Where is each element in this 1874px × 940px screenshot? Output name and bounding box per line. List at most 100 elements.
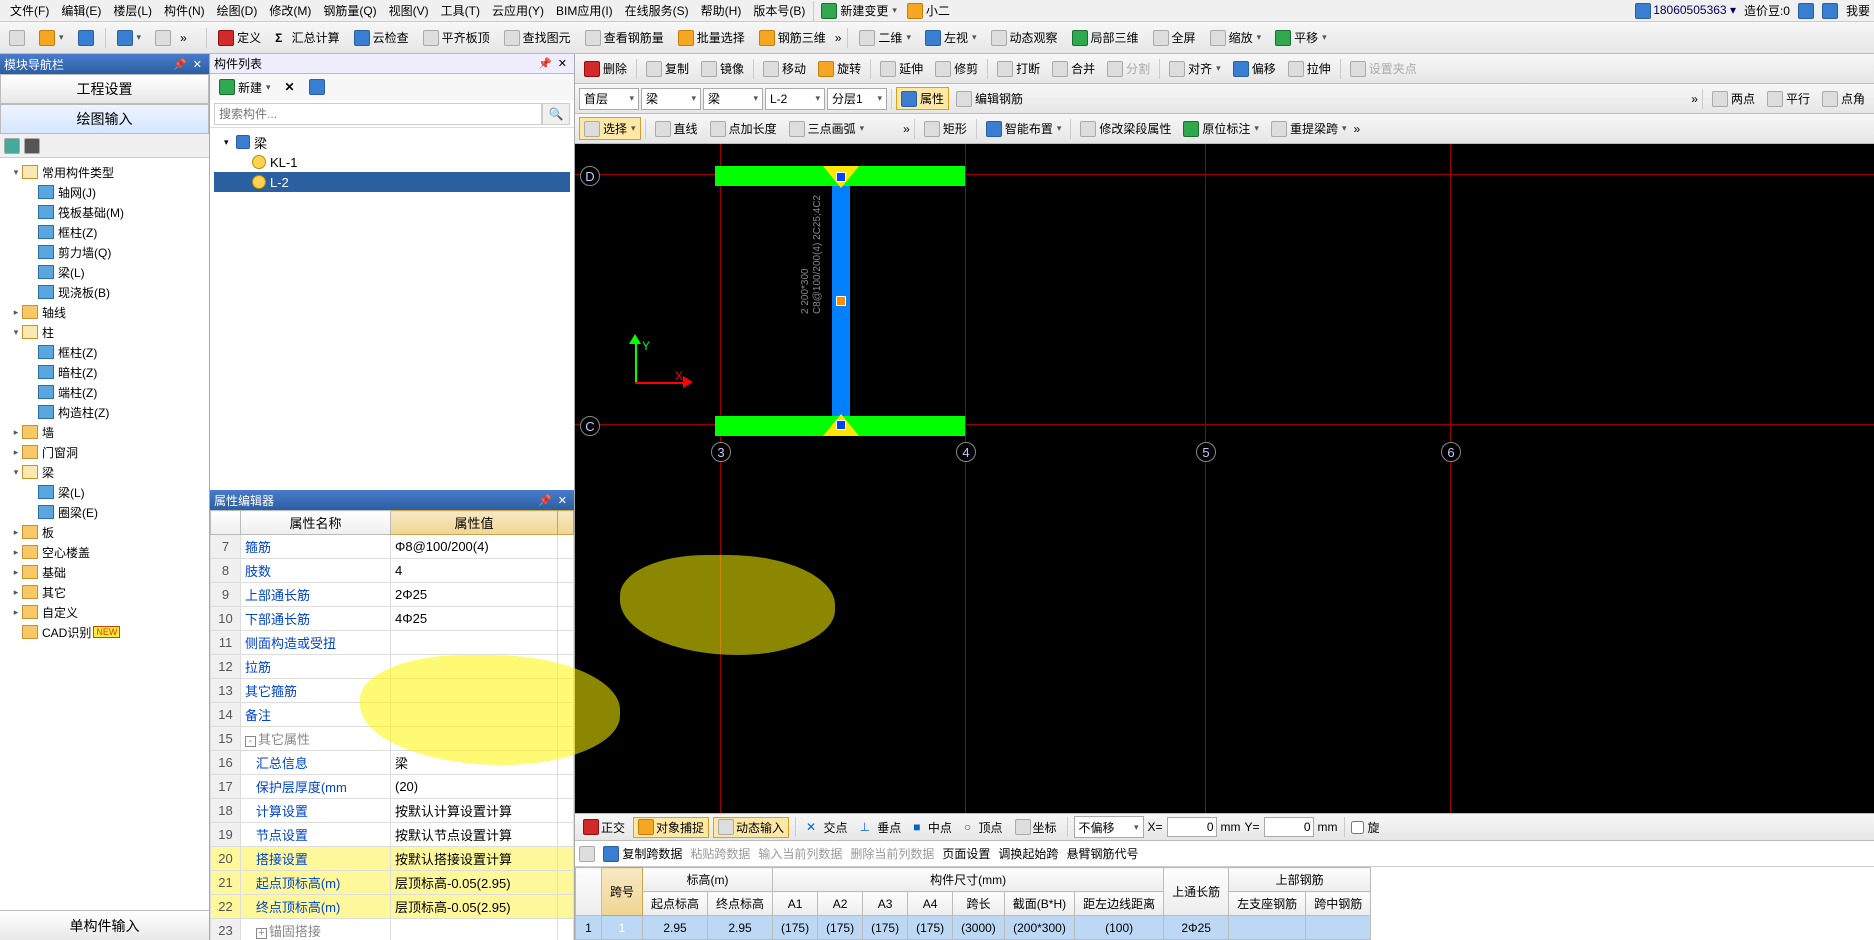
menu-view[interactable]: 视图(V) [383, 0, 435, 21]
stretch-button[interactable]: 拉伸 [1283, 57, 1336, 80]
prop-row[interactable]: 13其它箍筋 [211, 679, 574, 703]
save-button[interactable] [73, 27, 99, 49]
cell-start-elev[interactable]: 2.95 [643, 916, 708, 940]
modspan-button[interactable]: 修改梁段属性 [1075, 117, 1176, 140]
plxz-button[interactable]: 批量选择 [673, 26, 750, 49]
offset-mode-combo[interactable]: 不偏移 [1074, 816, 1144, 838]
merge-button[interactable]: 合并 [1047, 57, 1100, 80]
open-button[interactable]: ▾ [34, 27, 69, 49]
mirror-button[interactable]: 镜像 [696, 57, 749, 80]
select-button[interactable]: 选择▾ [579, 117, 641, 140]
prop-row[interactable]: 23 +锚固搭接 [211, 919, 574, 940]
prop-button[interactable]: 属性 [896, 87, 949, 110]
local3d-button[interactable]: 局部三维 [1067, 26, 1144, 49]
move-button[interactable]: 移动 [758, 57, 811, 80]
arc3-button[interactable]: 三点画弧▾ [784, 117, 870, 140]
ortho-toggle[interactable]: 正交 [579, 818, 629, 837]
twopoint-button[interactable]: 两点 [1707, 87, 1760, 110]
break-button[interactable]: 打断 [992, 57, 1045, 80]
copy-span-button[interactable]: 复制跨数据 [603, 845, 682, 863]
menu-version[interactable]: 版本号(B) [747, 0, 811, 21]
y-input[interactable] [1264, 817, 1314, 837]
trim-button[interactable]: 修剪 [930, 57, 983, 80]
minus-small-icon[interactable] [24, 138, 40, 154]
tree-node[interactable]: ▾常用构件类型 [4, 162, 205, 182]
menu-bim[interactable]: BIM应用(I) [550, 0, 619, 21]
smartlay-button[interactable]: 智能布置▾ [981, 117, 1067, 140]
swap-start-button[interactable]: 调换起始跨 [998, 845, 1058, 862]
tree-node[interactable]: ▾梁 [4, 462, 205, 482]
prop-row[interactable]: 17 保护层厚度(mm(20) [211, 775, 574, 799]
cat1-combo[interactable]: 梁 [641, 88, 701, 110]
redo-button[interactable] [150, 27, 176, 49]
tree-node[interactable]: ▸墙 [4, 422, 205, 442]
prop-row[interactable]: 21 起点顶标高(m)层顶标高-0.05(2.95) [211, 871, 574, 895]
menu-file[interactable]: 文件(F) [4, 0, 55, 21]
paste-span-button[interactable]: 粘贴跨数据 [690, 845, 750, 862]
tree-node[interactable]: 轴网(J) [4, 182, 205, 202]
new-comp-button[interactable]: 新建▾ [214, 76, 276, 99]
search-button[interactable]: 🔍 [542, 103, 570, 125]
tree-node[interactable]: 筏板基础(M) [4, 202, 205, 222]
pointangle-button[interactable]: 点角 [1817, 87, 1870, 110]
page-setup-button[interactable]: 页面设置 [942, 845, 990, 862]
menu-help[interactable]: 帮助(H) [695, 0, 748, 21]
cat2-combo[interactable]: 梁 [703, 88, 763, 110]
tree-node[interactable]: CAD识别NEW [4, 622, 205, 642]
bell-icon[interactable] [1798, 3, 1814, 19]
define-button[interactable]: 定义 [213, 26, 266, 49]
comp-item[interactable]: KL-1 [214, 152, 570, 172]
menu-draw[interactable]: 绘图(D) [211, 0, 264, 21]
pin-small-icon[interactable] [579, 846, 595, 862]
cell-a3[interactable]: (175) [863, 916, 908, 940]
intersect-toggle[interactable]: ✕ 交点 [802, 818, 851, 837]
prop-row[interactable]: 14备注 [211, 703, 574, 727]
new-file-button[interactable] [4, 27, 30, 49]
prop-row[interactable]: 11侧面构造或受扭 [211, 631, 574, 655]
wode[interactable]: 我要 [1846, 2, 1870, 19]
tree-node[interactable]: ▸轴线 [4, 302, 205, 322]
pin-icon[interactable]: 📌 [535, 494, 555, 507]
layer-combo[interactable]: 分层1 [827, 88, 887, 110]
prop-row[interactable]: 20 搭接设置按默认搭接设置计算 [211, 847, 574, 871]
tab-project-settings[interactable]: 工程设置 [0, 74, 209, 104]
rect-button[interactable]: 矩形 [919, 117, 972, 140]
endpoint-toggle[interactable]: ○ 顶点 [960, 818, 1007, 837]
cell-a1[interactable]: (175) [773, 916, 818, 940]
tree-node[interactable]: 现浇板(B) [4, 282, 205, 302]
mid-toggle[interactable]: ■ 中点 [909, 818, 956, 837]
pan-button[interactable]: 平移▾ [1270, 26, 1332, 49]
tree-node[interactable]: 框柱(Z) [4, 222, 205, 242]
cell-chg[interactable]: (3000) [953, 916, 1005, 940]
parallel-button[interactable]: 平行 [1762, 87, 1815, 110]
tree-node[interactable]: 暗柱(Z) [4, 362, 205, 382]
tree-node[interactable]: ▸其它 [4, 582, 205, 602]
menu-cloud[interactable]: 云应用(Y) [486, 0, 550, 21]
prop-row[interactable]: 8肢数4 [211, 559, 574, 583]
editrebar-button[interactable]: 编辑钢筋 [951, 87, 1028, 110]
tree-node[interactable]: ▸板 [4, 522, 205, 542]
cantilever-button[interactable]: 悬臂钢筋代号 [1066, 845, 1138, 862]
dyninput-toggle[interactable]: 动态输入 [713, 817, 789, 838]
pin-icon[interactable]: 📌 [535, 57, 555, 70]
gjsw-button[interactable]: 钢筋三维 [754, 26, 831, 49]
prop-row[interactable]: 22 终点顶标高(m)层顶标高-0.05(2.95) [211, 895, 574, 919]
single-input-tab[interactable]: 单构件输入 [0, 910, 209, 940]
split-button[interactable]: 分割 [1102, 57, 1155, 80]
drawing-canvas[interactable]: D C 3 4 5 6 Y X 2 200*300 C [575, 144, 1874, 813]
tree-node[interactable]: 梁(L) [4, 482, 205, 502]
copy-button[interactable]: 复制 [641, 57, 694, 80]
search-input[interactable] [214, 103, 542, 125]
rotate-check[interactable] [1351, 821, 1364, 834]
menu-online[interactable]: 在线服务(S) [619, 0, 695, 21]
menu-component[interactable]: 构件(N) [158, 0, 211, 21]
cell-end-elev[interactable]: 2.95 [708, 916, 773, 940]
sumcalc-button[interactable]: Σ 汇总计算 [270, 26, 345, 49]
close-icon[interactable]: ✕ [190, 58, 205, 71]
tree-node[interactable]: 端柱(Z) [4, 382, 205, 402]
leftview-button[interactable]: 左视▾ [920, 26, 982, 49]
tree-node[interactable]: 梁(L) [4, 262, 205, 282]
del-cur-button[interactable]: 删除当前列数据 [850, 845, 934, 862]
close-icon[interactable]: ✕ [555, 57, 570, 70]
findelem-button[interactable]: 查找图元 [499, 26, 576, 49]
